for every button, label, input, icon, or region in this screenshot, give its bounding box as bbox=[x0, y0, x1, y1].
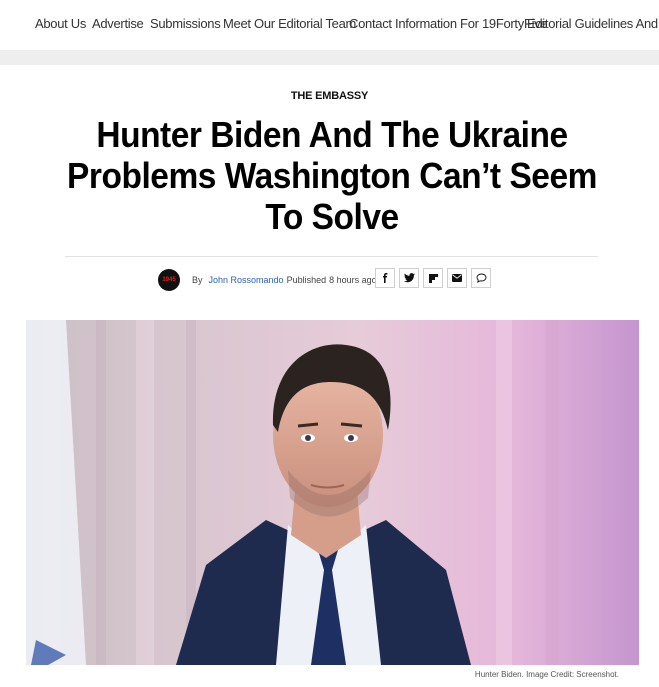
share-facebook-button[interactable] bbox=[375, 268, 395, 288]
published-label: Published bbox=[286, 275, 327, 285]
share-buttons bbox=[375, 268, 491, 288]
article-title: Hunter Biden And The Ukraine Problems Wa… bbox=[67, 114, 597, 237]
author-link[interactable]: John Rossomando bbox=[209, 275, 284, 285]
featured-photo-illustration bbox=[26, 320, 639, 665]
flipboard-icon bbox=[428, 273, 438, 283]
share-flipboard-button[interactable] bbox=[423, 268, 443, 288]
nav-submissions[interactable]: Submissions bbox=[150, 16, 221, 31]
share-comment-button[interactable] bbox=[471, 268, 491, 288]
share-twitter-button[interactable] bbox=[399, 268, 419, 288]
share-email-button[interactable] bbox=[447, 268, 467, 288]
by-label: By bbox=[192, 275, 203, 285]
nav-about-us[interactable]: About Us bbox=[35, 16, 86, 31]
article-category[interactable]: THE EMBASSY bbox=[0, 90, 659, 102]
nav-editorial-team[interactable]: Meet Our Editorial Team bbox=[223, 16, 356, 31]
image-caption: Hunter Biden. Image Credit: Screenshot. bbox=[474, 670, 619, 679]
facebook-icon bbox=[383, 273, 388, 283]
top-navigation: About Us Advertise Submissions Meet Our … bbox=[0, 0, 659, 50]
email-icon bbox=[452, 274, 462, 282]
author-avatar[interactable]: 1945 bbox=[158, 269, 180, 291]
nav-contact[interactable]: Contact Information For 19FortyFive bbox=[349, 16, 548, 31]
nav-advertise[interactable]: Advertise bbox=[92, 16, 144, 31]
avatar-logo-text: 1945 bbox=[162, 277, 176, 283]
title-divider bbox=[65, 256, 598, 257]
twitter-icon bbox=[403, 273, 415, 283]
published-time: 8 hours ago bbox=[329, 275, 377, 285]
header-divider-band bbox=[0, 50, 659, 65]
featured-image bbox=[26, 320, 639, 665]
comment-icon bbox=[476, 273, 486, 283]
nav-editorial-guidelines[interactable]: Editorial Guidelines And Publi bbox=[527, 16, 659, 31]
byline: 1945 By John Rossomando Published 8 hour… bbox=[158, 268, 377, 292]
